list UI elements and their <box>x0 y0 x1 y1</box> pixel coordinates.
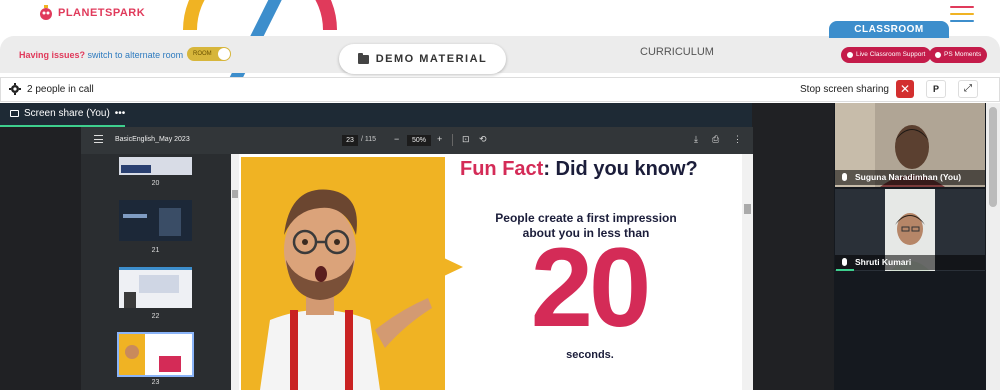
fit-page-icon[interactable]: ⊡ <box>462 134 470 145</box>
slide-thumbnail[interactable] <box>119 200 192 241</box>
logo-text: PLANETSPARK <box>58 7 146 19</box>
pdf-total-pages: / 115 <box>361 136 377 143</box>
slide-heading: Fun Fact: Did you know? <box>460 158 698 181</box>
issues-message: Having issues? switch to alternate room <box>19 50 183 60</box>
thumbnail-scrollbar[interactable] <box>231 154 239 390</box>
slide-seconds-text: seconds. <box>566 349 614 361</box>
expand-icon[interactable]: ⤢ <box>958 80 978 98</box>
slide-thumbnail[interactable] <box>119 157 192 175</box>
pdf-page-input[interactable]: 23 <box>342 135 358 146</box>
rotate-icon[interactable]: ⟲ <box>479 134 487 145</box>
microphone-icon <box>842 258 847 266</box>
zoom-out-icon[interactable]: − <box>394 134 399 144</box>
more-vert-icon[interactable]: ⋮ <box>733 134 742 145</box>
slide-body-line: People create a first impression <box>495 211 677 225</box>
pdf-title: BasicEnglish_May 2023 <box>115 136 190 143</box>
demo-material-label: DEMO MATERIAL <box>375 53 488 65</box>
alternate-room-link[interactable]: switch to alternate room <box>88 50 184 60</box>
screen-share-tab-label: Screen share (You) <box>24 108 110 119</box>
room-toggle[interactable]: ROOM <box>187 47 231 61</box>
classroom-tab[interactable]: CLASSROOM <box>829 21 949 38</box>
thumbnail-page-number: 20 <box>151 180 160 187</box>
screen-icon <box>10 110 19 117</box>
slide-big-number: 20 <box>530 225 652 350</box>
page-scrollbar[interactable] <box>986 103 1000 390</box>
ps-moments-label: PS Moments <box>944 51 982 58</box>
pip-button[interactable]: P <box>926 80 946 98</box>
participant-name-label: Shruti Kumari <box>835 255 985 270</box>
download-icon[interactable]: ⤓ <box>694 134 698 145</box>
slide-heading-highlight: Fun Fact <box>460 158 544 180</box>
zoom-in-icon[interactable]: + <box>437 134 442 144</box>
people-in-call-count: 2 people in call <box>27 84 94 95</box>
thumbnail-page-number: 22 <box>151 313 160 320</box>
document-scrollbar[interactable] <box>742 154 753 390</box>
live-classroom-support-button[interactable]: Live Classroom Support <box>841 47 932 63</box>
demo-material-button[interactable]: DEMO MATERIAL <box>339 44 506 74</box>
print-icon[interactable]: ⎙ <box>712 134 719 145</box>
planet-mascot-icon <box>40 5 52 20</box>
folder-icon <box>357 52 369 64</box>
thumbnail-page-number: 23 <box>151 379 160 386</box>
slide-heading-rest: : Did you know? <box>543 158 698 180</box>
room-toggle-label: ROOM <box>193 51 212 57</box>
curriculum-tab[interactable]: CURRICULUM <box>640 46 714 58</box>
toggle-knob <box>218 48 230 60</box>
pdf-zoom-input[interactable]: 50% <box>407 135 431 146</box>
screen-share-tab[interactable]: Screen share (You) ••• <box>10 108 125 119</box>
issues-text: Having issues? <box>19 50 86 60</box>
gear-icon[interactable] <box>9 83 21 95</box>
plus-circle-icon <box>847 52 853 58</box>
pdf-menu-icon[interactable] <box>94 135 103 143</box>
hamburger-menu-icon[interactable] <box>950 6 974 22</box>
slide-thumbnail[interactable] <box>119 267 192 308</box>
participant-name-label: Suguna Naradimhan (You) <box>835 170 985 185</box>
live-support-label: Live Classroom Support <box>856 51 926 58</box>
more-options-icon[interactable]: ••• <box>115 108 126 119</box>
thumbnail-page-number: 21 <box>151 247 160 254</box>
speaking-indicator <box>836 269 854 271</box>
slide-pointer-triangle <box>444 258 463 276</box>
stop-screen-sharing-label: Stop screen sharing <box>800 84 889 95</box>
slide-thumbnail-selected[interactable] <box>117 332 194 377</box>
microphone-icon <box>842 173 847 181</box>
toolbar-divider <box>452 134 453 146</box>
ps-moments-button[interactable]: PS Moments <box>929 47 988 63</box>
surprised-man-illustration <box>260 189 432 390</box>
plus-circle-icon <box>935 52 941 58</box>
planetspark-logo[interactable]: PLANETSPARK <box>38 4 145 22</box>
stop-sharing-close-button[interactable]: ✕ <box>896 80 914 98</box>
